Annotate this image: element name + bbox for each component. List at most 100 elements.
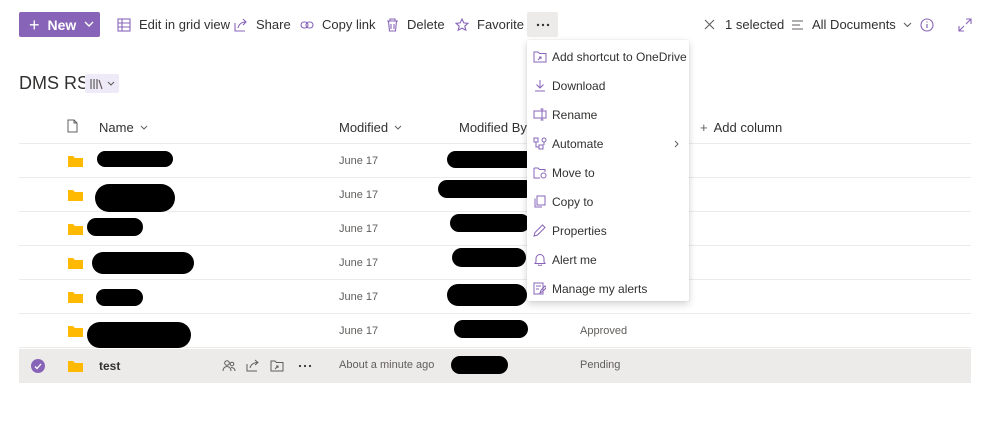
folder-icon	[68, 326, 83, 337]
redacted-modified-by	[447, 284, 527, 306]
copy-link-label: Copy link	[322, 17, 376, 32]
edit-grid-view-button[interactable]: Edit in grid view	[117, 12, 230, 37]
row-checkbox[interactable]	[31, 359, 45, 373]
delete-button[interactable]: Delete	[386, 12, 445, 37]
modified-column-header[interactable]: Modified	[339, 120, 402, 135]
trash-icon	[387, 17, 398, 32]
favorite-label: Favorite	[477, 17, 524, 32]
menu-item-label: Download	[552, 78, 606, 93]
folder-icon	[68, 224, 83, 235]
chevron-right-icon	[674, 140, 679, 147]
modified-by-column-label: Modified By	[459, 120, 527, 135]
status-cell: Pending	[580, 359, 621, 371]
modified-cell: June 17	[339, 155, 379, 167]
delete-label: Delete	[407, 17, 445, 32]
new-button[interactable]: + New	[19, 12, 100, 37]
menu-item-label: Properties	[552, 223, 607, 238]
menu-item-manage-alerts[interactable]: Manage my alerts	[527, 274, 689, 303]
redacted-name	[92, 252, 194, 274]
table-row[interactable]: June 17 Approved	[19, 314, 971, 348]
chevron-down-icon	[394, 125, 402, 130]
status-cell: Approved	[580, 325, 628, 337]
redacted-modified-by	[451, 356, 508, 374]
redacted-name	[87, 322, 191, 348]
modified-cell: June 17	[339, 189, 379, 201]
automate-icon	[533, 137, 546, 150]
command-bar: + New Edit in grid view Share Copy link …	[0, 0, 999, 48]
edit-grid-view-label: Edit in grid view	[139, 17, 231, 32]
view-selector[interactable]: All Documents	[791, 12, 920, 37]
add-column-button[interactable]: + Add column	[700, 120, 782, 135]
menu-item-rename[interactable]: Rename	[527, 100, 689, 129]
ellipsis-icon	[536, 23, 549, 26]
table-row[interactable]: June 17	[19, 280, 971, 314]
table-row[interactable]: June 17	[19, 246, 971, 280]
bell-icon	[533, 254, 546, 266]
modified-column-label: Modified	[339, 120, 389, 135]
modified-cell: June 17	[339, 257, 379, 269]
table-row-selected[interactable]: test About a minute ago Pending	[19, 349, 971, 383]
menu-item-automate[interactable]: Automate	[527, 129, 689, 158]
modified-cell: June 17	[339, 325, 379, 337]
info-button[interactable]	[920, 12, 942, 37]
pencil-icon	[533, 224, 546, 237]
more-actions-button[interactable]	[527, 12, 558, 37]
menu-item-alert-me[interactable]: Alert me	[527, 245, 689, 274]
document-icon	[67, 119, 78, 133]
info-icon	[920, 17, 934, 32]
redacted-modified-by	[438, 180, 534, 198]
share-button[interactable]: Share	[234, 12, 291, 37]
row-actions	[222, 359, 312, 372]
library-view-switcher[interactable]	[85, 74, 119, 93]
modified-cell: About a minute ago	[339, 359, 435, 371]
favorite-button[interactable]: Favorite	[455, 12, 524, 37]
list-view-icon	[792, 19, 803, 30]
name-column-header[interactable]: Name	[99, 120, 148, 135]
menu-item-label: Automate	[552, 136, 604, 151]
link-icon	[300, 20, 314, 29]
menu-item-label: Rename	[552, 107, 598, 122]
people-icon[interactable]	[222, 359, 236, 372]
expand-icon	[958, 17, 972, 32]
share-icon[interactable]	[246, 359, 260, 372]
clear-selection-button[interactable]: 1 selected	[704, 12, 784, 37]
copy-link-button[interactable]: Copy link	[300, 12, 375, 37]
library-icon	[89, 78, 103, 89]
modified-cell: June 17	[339, 223, 379, 235]
rename-icon	[533, 108, 546, 121]
redacted-name	[95, 184, 175, 212]
checkmark-icon	[34, 363, 42, 369]
menu-item-add-shortcut[interactable]: Add shortcut to OneDrive	[527, 42, 689, 71]
table-row[interactable]: June 17	[19, 178, 971, 212]
selected-count: 1 selected	[725, 17, 785, 32]
redacted-modified-by	[454, 320, 528, 338]
menu-item-download[interactable]: Download	[527, 71, 689, 100]
modified-cell: June 17	[339, 291, 379, 303]
row-name[interactable]: test	[99, 359, 120, 373]
menu-item-properties[interactable]: Properties	[527, 216, 689, 245]
grid-icon	[117, 17, 131, 32]
menu-item-copy-to[interactable]: Copy to	[527, 187, 689, 216]
menu-item-label: Copy to	[552, 194, 594, 209]
folder-icon	[68, 361, 83, 372]
manage-alerts-icon	[533, 282, 546, 295]
move-icon	[533, 167, 546, 179]
menu-item-label: Add shortcut to OneDrive	[552, 49, 687, 64]
menu-item-move-to[interactable]: Move to	[527, 158, 689, 187]
copy-icon	[534, 195, 546, 208]
folder-icon	[68, 156, 83, 167]
table-row[interactable]: June 17	[19, 212, 971, 246]
more-actions-menu: Add shortcut to OneDrive Download Rename…	[527, 40, 689, 301]
modified-by-column-header[interactable]: Modified By	[459, 120, 527, 135]
ellipsis-icon[interactable]	[298, 364, 312, 368]
chevron-down-icon	[903, 22, 912, 27]
folder-icon	[68, 258, 83, 269]
expand-button[interactable]	[958, 12, 980, 37]
table-row[interactable]: June 17	[19, 144, 971, 178]
file-type-header[interactable]	[67, 119, 78, 133]
redacted-name	[87, 218, 143, 236]
redacted-modified-by	[447, 151, 535, 168]
folder-icon	[68, 190, 83, 201]
shortcut-icon[interactable]	[270, 359, 284, 372]
redacted-modified-by	[452, 248, 526, 267]
